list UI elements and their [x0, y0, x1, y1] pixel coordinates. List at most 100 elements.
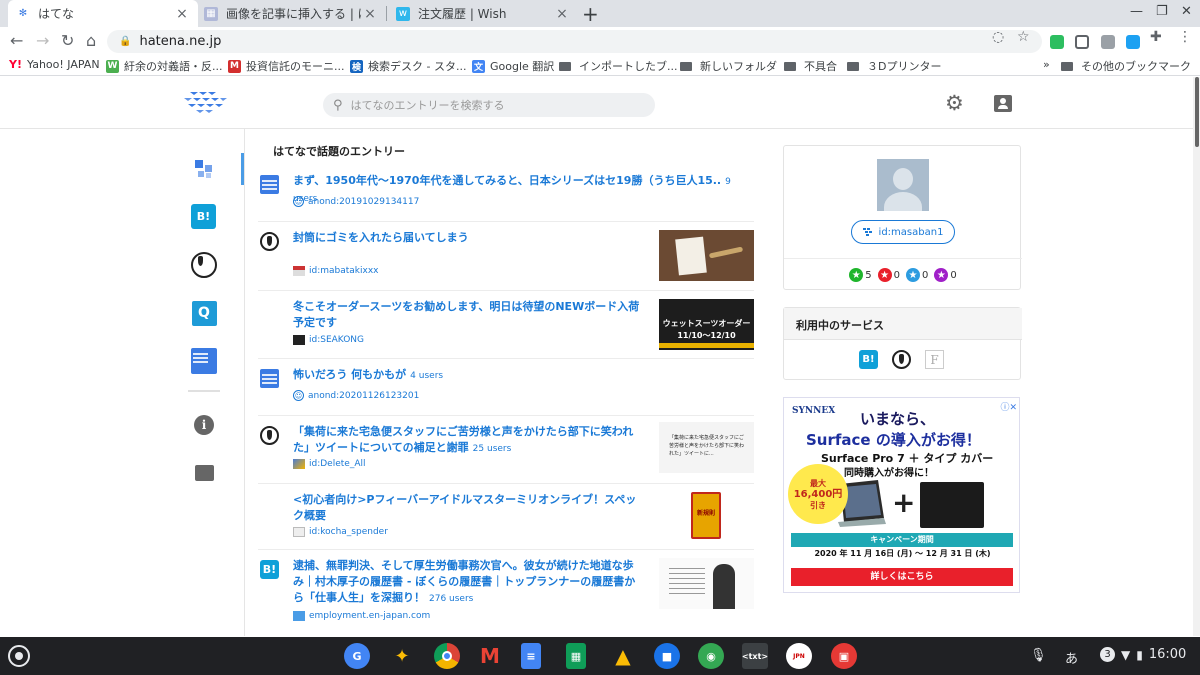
entry-users-count[interactable]: 276 users	[429, 594, 473, 604]
author-name[interactable]: employment.en-japan.com	[309, 611, 430, 621]
gmail-app-icon[interactable]: M	[477, 643, 503, 669]
page-scrollbar-thumb[interactable]	[1195, 77, 1199, 147]
entry-thumbnail[interactable]: ウェットスーツオーダー 11/10〜12/10	[659, 299, 754, 350]
address-url[interactable]: hatena.ne.jp	[139, 34, 221, 49]
ad-details-button[interactable]: 詳しくはこちら	[791, 568, 1013, 586]
home-icon[interactable]: ⌂	[86, 31, 96, 50]
nav-item-top[interactable]	[191, 156, 217, 182]
author-name[interactable]: id:kocha_spender	[309, 527, 388, 537]
text-app-icon[interactable]: <txt>	[742, 643, 768, 669]
bookmark-weblio[interactable]: W 紆余の対義語・反...	[106, 58, 223, 74]
user-id-label[interactable]: id:masaban1	[879, 227, 944, 238]
nav-item-blog[interactable]	[191, 252, 217, 278]
green-star[interactable]: ★ 5	[849, 268, 872, 282]
default-avatar-icon[interactable]	[877, 159, 929, 211]
account-icon[interactable]	[994, 95, 1012, 112]
entry-users-count[interactable]: 25 users	[473, 444, 512, 454]
chrome-app-icon[interactable]	[434, 643, 460, 669]
adchoices-icon[interactable]: ⓘ✕	[1000, 400, 1017, 413]
entry-thumbnail[interactable]: 「集荷に来た宅急便スタッフにご苦労様と声をかけたら部下に笑われた」ツイートに..…	[659, 422, 754, 473]
files-app-icon[interactable]: ■	[654, 643, 680, 669]
entry-author[interactable]: id:SEAKONG	[293, 335, 364, 345]
entry-author[interactable]: id:mabatakixxx	[293, 266, 379, 276]
nav-item-question[interactable]: Q	[191, 300, 217, 326]
forward-arrow-icon[interactable]: →	[36, 31, 49, 50]
back-arrow-icon[interactable]: ←	[10, 31, 23, 50]
evernote-extension-icon[interactable]	[1050, 35, 1064, 49]
eye-slash-icon[interactable]: ◌	[992, 29, 1004, 45]
entry-author[interactable]: id:kocha_spender	[293, 527, 388, 537]
sheets-app-icon[interactable]: ▦	[566, 643, 586, 669]
entry-title-link[interactable]: 怖いだろう 何もかもが 4 users	[293, 367, 693, 384]
restore-icon[interactable]: ❐	[1156, 4, 1168, 19]
author-name[interactable]: id:mabatakixxx	[309, 266, 379, 276]
entry-title-link[interactable]: 「集荷に来た宅急便スタッフにご苦労様と声をかけたら部下に笑われた」ツイートについ…	[293, 424, 643, 457]
blue-star[interactable]: ★ 0	[906, 268, 928, 282]
bookmark-folder-3d-printer[interactable]: ３Dプリンター	[847, 58, 941, 74]
entry-author[interactable]: ☺ anond:20201126123201	[293, 390, 419, 401]
launcher-icon[interactable]	[8, 645, 30, 667]
drive-app-icon[interactable]: ▲	[610, 643, 636, 669]
bookmark-search-desk[interactable]: 検 検索デスク - スタ...	[350, 58, 466, 74]
entry-author[interactable]: ☺ anond:20191029134117	[293, 196, 419, 207]
pocket-extension-icon[interactable]	[1075, 35, 1089, 49]
entry-title-text[interactable]: 「集荷に来た宅急便スタッフにご苦労様と声をかけたら部下に笑われた」ツイートについ…	[293, 425, 633, 454]
author-name[interactable]: id:Delete_All	[309, 459, 365, 469]
docs-app-icon[interactable]: ≡	[521, 643, 541, 669]
red-star[interactable]: ★ 0	[877, 268, 900, 282]
nav-item-anond[interactable]	[191, 348, 217, 374]
close-window-icon[interactable]: ✕	[1181, 4, 1192, 19]
advertisement[interactable]: SYNNEX ⓘ✕ いまなら、 Surface の導入がお得！ Surface …	[783, 397, 1020, 593]
entry-users-count[interactable]: 4 users	[410, 371, 443, 381]
blog-service-icon[interactable]	[892, 350, 911, 369]
entry-thumbnail[interactable]	[659, 558, 754, 609]
tab-hatena[interactable]: ✻ はてな ×	[8, 0, 198, 27]
entry-title-text[interactable]: <初心者向け>Pフィーバーアイドルマスターミリオンライブ！スペック概要	[293, 493, 636, 522]
nav-item-bookmark[interactable]: B!	[191, 204, 216, 229]
bookmarks-overflow-chevron[interactable]: »	[1043, 58, 1050, 71]
author-name[interactable]: anond:20201126123201	[308, 391, 419, 401]
bookmark-other-bookmarks[interactable]: その他のブックマーク	[1061, 58, 1191, 74]
close-icon[interactable]: ×	[174, 6, 190, 22]
fotolife-service-icon[interactable]: F	[925, 350, 944, 369]
entry-title-text[interactable]: 封筒にゴミを入れたら届いてしまう	[293, 231, 469, 244]
bookmark-folder-new[interactable]: 新しいフォルダ	[680, 58, 777, 74]
minimize-icon[interactable]: —	[1130, 4, 1143, 19]
author-name[interactable]: id:SEAKONG	[309, 335, 364, 345]
entry-title-link[interactable]: <初心者向け>Pフィーバーアイドルマスターミリオンライブ！スペック概要	[293, 492, 643, 524]
reload-icon[interactable]: ↻	[61, 31, 74, 50]
ime-indicator[interactable]: あ	[1065, 648, 1078, 667]
maps-app-icon[interactable]: ◉	[698, 643, 724, 669]
bookmark-folder-imported[interactable]: インポートしたブ...	[559, 58, 678, 74]
gallery-app-icon[interactable]: ▣	[831, 643, 857, 669]
entry-title-text[interactable]: 怖いだろう 何もかもが	[293, 368, 406, 381]
address-bar[interactable]: 🔒 hatena.ne.jp	[107, 30, 1042, 53]
extension-blue-icon[interactable]	[1126, 35, 1140, 49]
cast-extension-icon[interactable]	[1101, 35, 1115, 49]
bookmark-google-translate[interactable]: 文 Google 翻訳	[472, 58, 554, 74]
entry-title-link[interactable]: 逮捕、無罪判決、そして厚生労働事務次官へ。彼女が続けた地道な歩み｜村木厚子の履歴…	[293, 558, 643, 607]
entry-author[interactable]: employment.en-japan.com	[293, 611, 430, 621]
nav-item-feedback[interactable]	[191, 460, 217, 486]
close-icon[interactable]: ×	[554, 6, 570, 22]
entry-title-text[interactable]: まず、1950年代〜1970年代を通してみると、日本シリーズはセ19勝（うち巨人…	[293, 174, 721, 187]
photos-app-icon[interactable]: ✦	[389, 643, 415, 669]
page-scrollbar-track[interactable]	[1193, 77, 1200, 636]
gear-icon[interactable]: ⚙	[945, 91, 964, 115]
bookmark-morningstar[interactable]: M 投資信託のモーニ...	[228, 58, 345, 74]
tab-hatena-blog-help[interactable]: ▦ 画像を記事に挿入する | はてなブ ×	[196, 0, 386, 27]
bookmark-yahoo[interactable]: Y! Yahoo! JAPAN	[9, 58, 100, 71]
entry-title-link[interactable]: 封筒にゴミを入れたら届いてしまう	[293, 230, 643, 246]
entry-thumbnail[interactable]: 新規則	[659, 490, 754, 541]
notification-count-badge[interactable]: 3	[1100, 647, 1115, 662]
author-name[interactable]: anond:20191029134117	[308, 197, 419, 207]
user-id-button[interactable]: id:masaban1	[851, 220, 955, 244]
microphone-icon[interactable]: 🎙	[1030, 648, 1047, 663]
bookmark-folder-bugs[interactable]: 不具合	[784, 58, 837, 74]
hatena-bookmark-service-icon[interactable]: B!	[859, 350, 878, 369]
bookmark-star-icon[interactable]: ☆	[1017, 29, 1030, 45]
entry-thumbnail[interactable]	[659, 230, 754, 281]
entry-search-box[interactable]: ⚲	[323, 93, 655, 117]
extensions-puzzle-icon[interactable]: ✚	[1150, 29, 1162, 45]
search-input[interactable]	[350, 98, 631, 112]
